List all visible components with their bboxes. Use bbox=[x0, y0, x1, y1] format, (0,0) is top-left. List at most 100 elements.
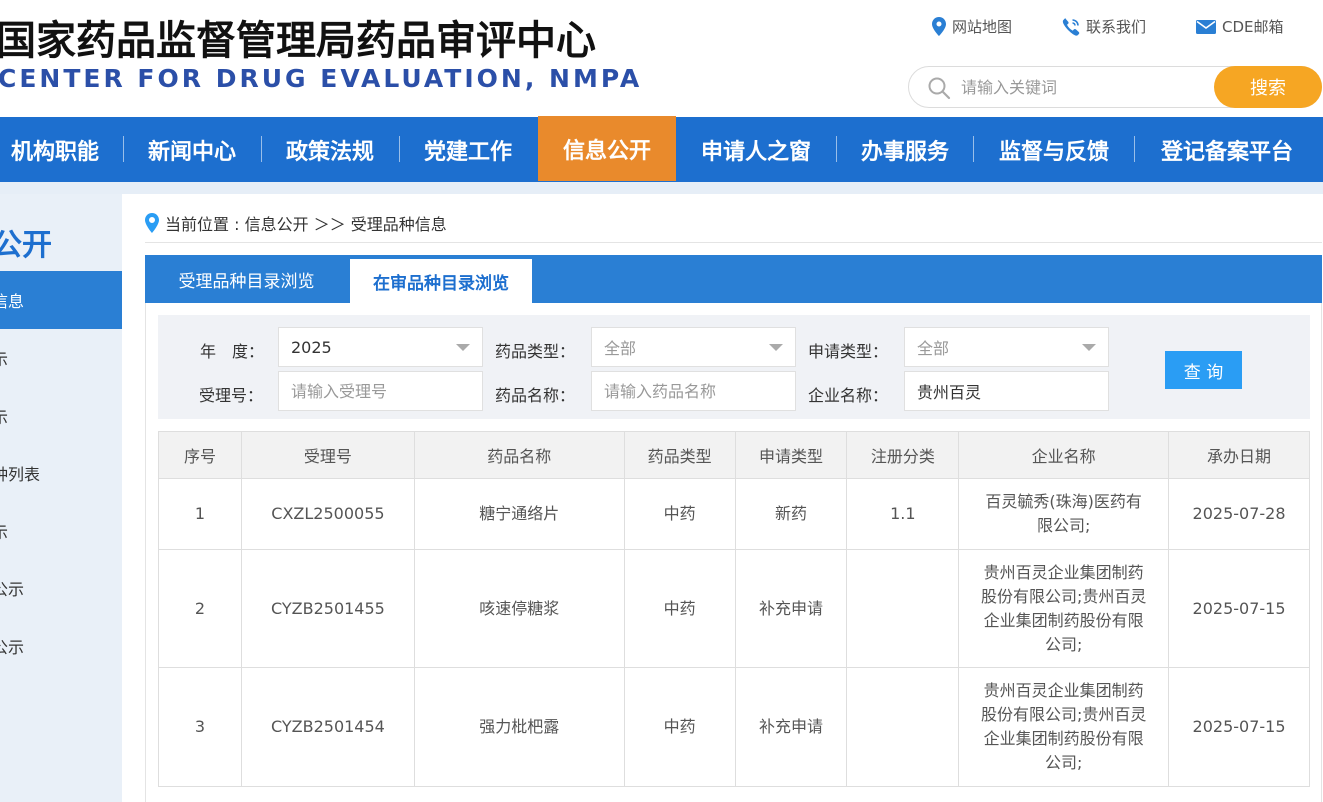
sidebar-item[interactable]: 示 bbox=[0, 502, 122, 560]
cell-company: 百灵毓秀(珠海)医药有 限公司; bbox=[958, 478, 1170, 550]
contact-label: 联系我们 bbox=[1086, 18, 1147, 36]
drug-type-select[interactable]: 全部 bbox=[591, 327, 796, 367]
col-header-drug-type: 药品类型 bbox=[623, 431, 736, 479]
cell-date: 2025-07-15 bbox=[1168, 549, 1310, 668]
breadcrumb-divider bbox=[145, 242, 1322, 243]
nav-item-supervision[interactable]: 监督与反馈 bbox=[974, 117, 1134, 182]
sidebar-item[interactable]: 公示 bbox=[0, 617, 122, 675]
location-pin-icon bbox=[145, 213, 159, 233]
company-line: 贵州百灵企业集团制药 bbox=[983, 562, 1144, 582]
cell-reg-class bbox=[846, 667, 960, 787]
cell-date: 2025-07-15 bbox=[1168, 667, 1310, 787]
company-line: 贵州百灵企业集团制药 bbox=[983, 681, 1144, 700]
site-title-en[interactable]: CENTER FOR DRUG EVALUATION, NMPA bbox=[0, 64, 642, 93]
company-line: 公司; bbox=[1044, 634, 1083, 654]
col-header-no: 序号 bbox=[158, 431, 242, 479]
sidebar-item-label: 公示 bbox=[0, 580, 25, 599]
cell-reg-class: 1.1 bbox=[846, 478, 960, 550]
search-input[interactable] bbox=[961, 75, 1201, 99]
year-value: 2025 bbox=[291, 337, 332, 357]
company-input[interactable] bbox=[904, 371, 1109, 411]
sidebar-item[interactable]: 公示 bbox=[0, 559, 122, 617]
nav-item-info-disclosure[interactable]: 信息公开 bbox=[538, 116, 676, 181]
query-button[interactable]: 查 询 bbox=[1165, 351, 1242, 389]
site-title-cn[interactable]: 国家药品监督管理局药品审评中心 bbox=[0, 8, 596, 66]
sidebar-item-info[interactable]: 信息 bbox=[0, 271, 122, 329]
sidebar-item-label: 种列表 bbox=[0, 465, 41, 484]
chevron-down-icon bbox=[1082, 344, 1096, 351]
nav-item-policy[interactable]: 政策法规 bbox=[262, 117, 398, 182]
company-line: 企业集团制药股份有限 bbox=[983, 610, 1144, 630]
breadcrumb: 当前位置 : 信息公开 ＞＞ 受理品种信息 bbox=[145, 211, 447, 235]
cell-reg-class bbox=[846, 549, 960, 668]
accept-no-label: 受理号： bbox=[199, 386, 264, 405]
col-header-company: 企业名称 bbox=[958, 431, 1170, 479]
cell-accept-no[interactable]: CXZL2500055 bbox=[240, 478, 415, 550]
search-button[interactable]: 搜索 bbox=[1214, 66, 1322, 108]
sidebar-item-label: 信息 bbox=[0, 292, 25, 311]
company-label: 企业名称： bbox=[808, 386, 889, 405]
sidebar-item-label: 示 bbox=[0, 350, 9, 369]
cde-mail-link[interactable]: CDE邮箱 bbox=[1196, 16, 1284, 37]
main-nav: 机构职能 新闻中心 政策法规 党建工作 信息公开 申请人之窗 办事服务 监督与反… bbox=[0, 116, 1323, 182]
sidebar-item-label: 示 bbox=[0, 408, 9, 427]
tab-under-review-catalog[interactable]: 在审品种目录浏览 bbox=[350, 259, 532, 303]
sidebar-item-label: 示 bbox=[0, 523, 9, 542]
company-line: 限公司; bbox=[1036, 516, 1091, 535]
sidebar-title: 公开 bbox=[0, 228, 52, 263]
cell-no: 2 bbox=[158, 549, 242, 668]
sidebar-item[interactable]: 示 bbox=[0, 387, 122, 445]
cell-no: 3 bbox=[158, 667, 242, 787]
drug-type-value: 全部 bbox=[604, 339, 637, 358]
drug-name-input[interactable] bbox=[591, 371, 796, 411]
nav-item-news[interactable]: 新闻中心 bbox=[124, 117, 260, 182]
table-row: 2 CYZB2501455 咳速停糖浆 中药 补充申请 贵州百灵企业集团制药 股… bbox=[158, 549, 1310, 668]
nav-item-party[interactable]: 党建工作 bbox=[400, 117, 536, 182]
nav-item-registration[interactable]: 登记备案平台 bbox=[1135, 117, 1319, 182]
company-line: 公司; bbox=[1044, 753, 1083, 772]
results-table: 序号 受理号 药品名称 药品类型 申请类型 注册分类 企业名称 承办日期 1 C… bbox=[158, 431, 1310, 787]
sidebar-item[interactable]: 示 bbox=[0, 329, 122, 387]
cell-drug-type: 中药 bbox=[623, 549, 736, 668]
search-box: 搜索 bbox=[908, 66, 1322, 108]
table-row: 1 CXZL2500055 糖宁通络片 中药 新药 1.1 百灵毓秀(珠海)医药… bbox=[158, 478, 1310, 550]
apply-type-select[interactable]: 全部 bbox=[904, 327, 1109, 367]
apply-type-label: 申请类型： bbox=[808, 342, 889, 361]
nav-item-org-functions[interactable]: 机构职能 bbox=[0, 117, 110, 182]
sitemap-label: 网站地图 bbox=[952, 18, 1013, 36]
company-line: 百灵毓秀(珠海)医药有 bbox=[985, 492, 1142, 511]
cell-drug-type: 中药 bbox=[623, 667, 736, 787]
cell-accept-no[interactable]: CYZB2501454 bbox=[240, 667, 415, 787]
phone-icon bbox=[1062, 17, 1080, 36]
col-header-accept-no: 受理号 bbox=[240, 431, 415, 479]
tab-bar: 受理品种目录浏览 在审品种目录浏览 bbox=[145, 255, 1322, 303]
nav-underbar bbox=[0, 182, 1323, 194]
year-label: 年 度： bbox=[200, 342, 265, 361]
nav-item-services[interactable]: 办事服务 bbox=[837, 117, 973, 182]
sidebar: 公开 信息 示 示 种列表 示 公示 公示 bbox=[0, 194, 122, 802]
cell-drug-name[interactable]: 强力枇杷露 bbox=[413, 667, 625, 787]
site-header: 国家药品监督管理局药品审评中心 CENTER FOR DRUG EVALUATI… bbox=[0, 0, 1323, 117]
cell-accept-no[interactable]: CYZB2501455 bbox=[240, 549, 415, 668]
sitemap-link[interactable]: 网站地图 bbox=[932, 16, 1012, 37]
mail-icon bbox=[1196, 19, 1217, 34]
year-select[interactable]: 2025 bbox=[278, 327, 483, 367]
cell-drug-name[interactable]: 糖宁通络片 bbox=[413, 478, 625, 550]
nav-item-applicant-window[interactable]: 申请人之窗 bbox=[676, 117, 836, 182]
chevron-down-icon bbox=[769, 344, 783, 351]
cell-drug-name[interactable]: 咳速停糖浆 bbox=[413, 549, 625, 668]
sidebar-item[interactable]: 种列表 bbox=[0, 444, 122, 502]
cell-apply-type: 补充申请 bbox=[734, 549, 848, 668]
tab-accepted-catalog[interactable]: 受理品种目录浏览 bbox=[145, 255, 348, 303]
company-line: 企业集团制药股份有限 bbox=[983, 729, 1144, 748]
search-icon bbox=[928, 77, 951, 100]
cde-mail-label: CDE邮箱 bbox=[1222, 18, 1284, 36]
apply-type-value: 全部 bbox=[917, 339, 950, 358]
col-header-reg-class: 注册分类 bbox=[846, 431, 960, 479]
cell-company: 贵州百灵企业集团制药 股份有限公司;贵州百灵 企业集团制药股份有限 公司; bbox=[958, 549, 1170, 668]
contact-link[interactable]: 联系我们 bbox=[1062, 16, 1146, 37]
col-header-drug-name: 药品名称 bbox=[413, 431, 625, 479]
accept-no-input[interactable] bbox=[278, 371, 483, 411]
location-pin-icon bbox=[932, 17, 946, 36]
drug-type-label: 药品类型： bbox=[495, 342, 576, 361]
